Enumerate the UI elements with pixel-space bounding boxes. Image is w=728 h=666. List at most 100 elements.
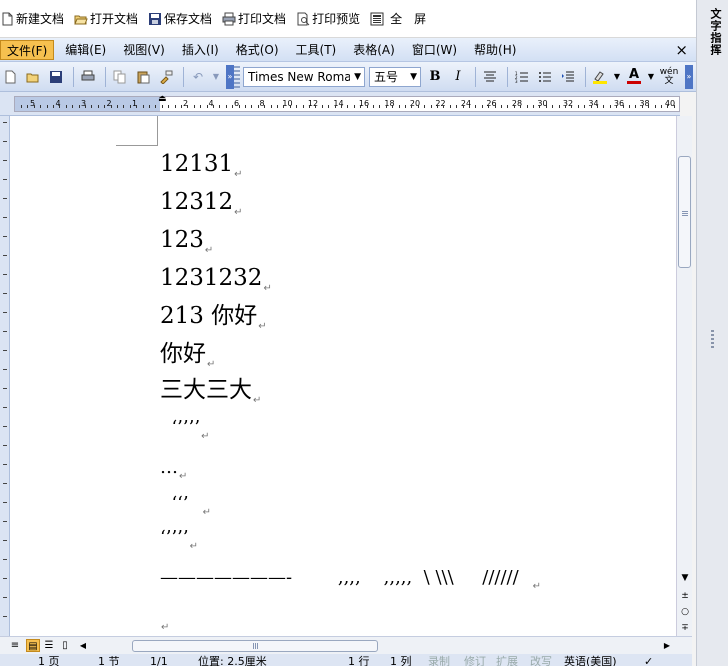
print-preview-button[interactable]: 打印预览: [296, 8, 360, 30]
side-panel-grip[interactable]: [711, 330, 714, 350]
ruler-tick: [245, 105, 246, 108]
print-doc-button[interactable]: 打印文档: [222, 8, 286, 30]
vertical-ruler-tick: [3, 217, 7, 218]
horizontal-ruler[interactable]: ⏏ 5 4 3 2 1 2 4 6 8 10 12 14 16 18 20 22 24 26 28 30 32 34 36 3…: [0, 92, 680, 116]
toolbar-overflow-chevron[interactable]: »: [685, 64, 693, 89]
copy-icon[interactable]: [110, 67, 130, 87]
menu-tools[interactable]: 工具(T): [290, 40, 343, 60]
open-doc-button[interactable]: 打开文档: [74, 8, 138, 30]
save-doc-button[interactable]: 保存文档: [148, 8, 212, 30]
phonetic-guide-icon[interactable]: wén 文: [658, 67, 680, 87]
menu-view[interactable]: 视图(V): [117, 40, 171, 60]
document-line[interactable]: ‘‘’ ↵: [160, 490, 211, 527]
document-line[interactable]: 12312↵: [160, 188, 243, 227]
horizontal-scroll-bar[interactable]: ≡ ▤ ☰ ▯ ◀ ▶: [0, 636, 692, 654]
select-browse-object-icon[interactable]: ○: [679, 606, 691, 618]
status-extend[interactable]: 扩展: [496, 654, 518, 666]
side-panel-tab[interactable]: 文字指挥: [703, 8, 723, 56]
indent-marker[interactable]: ⏏: [158, 95, 167, 104]
print-preview-label: 打印预览: [312, 12, 361, 26]
document-line-text: 213 你好: [160, 303, 258, 329]
document-line[interactable]: ———————- ,,,, ,,,,, \ \\\ ////// ↵: [160, 564, 541, 601]
document-line[interactable]: ‘’’’’↵: [160, 414, 209, 451]
status-track-changes[interactable]: 修订: [464, 654, 486, 666]
save-icon[interactable]: [46, 67, 66, 87]
print-icon[interactable]: [78, 67, 98, 87]
menu-window[interactable]: 窗口(W): [406, 40, 463, 60]
highlight-dropdown-icon[interactable]: ▼: [613, 67, 621, 87]
status-overwrite[interactable]: 改写: [530, 654, 552, 666]
menu-insert[interactable]: 插入(I): [176, 40, 225, 60]
reading-view-icon[interactable]: ▯: [58, 639, 72, 652]
document-page[interactable]: 12131↵ 12312↵ 123↵ 1231232↵ 213 你好↵ 你好↵ 三大三大↵ …: [10, 116, 676, 636]
document-line[interactable]: 三大三大↵: [160, 376, 261, 415]
toolbar-overflow-chevron[interactable]: »: [226, 64, 234, 89]
vertical-scroll-thumb[interactable]: [678, 156, 691, 268]
align-center-icon[interactable]: [480, 67, 500, 87]
document-line[interactable]: …↵: [160, 454, 187, 491]
vertical-ruler[interactable]: [0, 116, 10, 636]
font-size-select[interactable]: 五号 ▼: [369, 66, 421, 87]
numbered-list-icon[interactable]: 123: [512, 67, 532, 87]
vertical-scrollbar[interactable]: ▼ ± ○ ∓: [676, 116, 692, 636]
ruler-tick: [27, 105, 29, 108]
ruler-tick: [238, 105, 240, 108]
save-icon: [148, 12, 162, 26]
outline-view-icon[interactable]: ☰: [42, 639, 56, 652]
document-line[interactable]: 12131↵: [160, 150, 243, 189]
normal-view-icon[interactable]: ≡: [8, 639, 22, 652]
font-color-button[interactable]: A: [624, 67, 644, 87]
bullet-list-icon[interactable]: [535, 67, 555, 87]
font-color-dropdown-icon[interactable]: ▼: [647, 67, 655, 87]
menu-format[interactable]: 格式(O): [230, 40, 285, 60]
ruler-tick: [405, 105, 406, 108]
document-line[interactable]: ↵: [160, 606, 169, 636]
menu-edit[interactable]: 编辑(E): [59, 40, 112, 60]
font-name-select[interactable]: Times New Roman ▼: [243, 66, 365, 87]
document-line[interactable]: 123↵: [160, 226, 213, 265]
print-preview-icon: [296, 12, 310, 26]
vertical-ruler-tick: [3, 179, 7, 180]
menu-file[interactable]: 文件(F): [0, 39, 55, 60]
prev-page-icon[interactable]: ±: [679, 590, 691, 602]
scroll-right-arrow-icon[interactable]: ▶: [660, 639, 674, 652]
paste-icon[interactable]: [133, 67, 153, 87]
ruler-tick-label: 36: [613, 99, 625, 108]
horizontal-scroll-thumb[interactable]: [132, 640, 378, 652]
highlight-icon[interactable]: [590, 67, 610, 87]
ruler-tick: [46, 105, 48, 108]
document-line[interactable]: 你好↵: [160, 340, 215, 379]
scroll-left-arrow-icon[interactable]: ◀: [76, 639, 90, 652]
ruler-tick: [200, 105, 202, 108]
ruler-tick: [456, 105, 458, 108]
status-record[interactable]: 录制: [428, 654, 450, 666]
ruler-tick-label: 10: [282, 99, 293, 108]
page-view-icon[interactable]: ▤: [26, 639, 40, 652]
scroll-down-arrow-icon[interactable]: ▼: [679, 572, 691, 584]
status-section: 1 节: [98, 655, 120, 666]
italic-button[interactable]: I: [448, 67, 468, 87]
format-painter-icon[interactable]: [156, 67, 176, 87]
ruler-tick: [430, 105, 432, 108]
menu-help[interactable]: 帮助(H): [468, 40, 522, 60]
new-icon[interactable]: [0, 67, 20, 87]
fullscreen-icon: [370, 12, 384, 26]
fullscreen-button[interactable]: 全 屏: [370, 8, 426, 30]
document-line[interactable]: 213 你好↵: [160, 302, 267, 341]
document-line[interactable]: 1231232↵: [160, 264, 272, 303]
open-doc-label: 打开文档: [90, 12, 139, 26]
undo-dropdown-icon[interactable]: ▼: [211, 67, 221, 87]
ruler-tick-label: 22: [435, 99, 446, 108]
close-document-button[interactable]: ×: [675, 41, 688, 59]
toolbar-grip[interactable]: [234, 65, 240, 88]
bold-button[interactable]: B: [425, 67, 445, 87]
spellcheck-icon[interactable]: ✓: [644, 654, 653, 666]
indent-icon[interactable]: [558, 67, 578, 87]
document-line[interactable]: ‘’’’’↵: [160, 524, 198, 561]
next-page-icon[interactable]: ∓: [679, 622, 691, 634]
menu-table[interactable]: 表格(A): [347, 40, 401, 60]
undo-icon[interactable]: ↶: [188, 67, 208, 87]
status-language[interactable]: 英语(美国): [564, 654, 617, 666]
open-icon[interactable]: [23, 67, 43, 87]
new-doc-button[interactable]: 新建文档: [0, 8, 64, 30]
